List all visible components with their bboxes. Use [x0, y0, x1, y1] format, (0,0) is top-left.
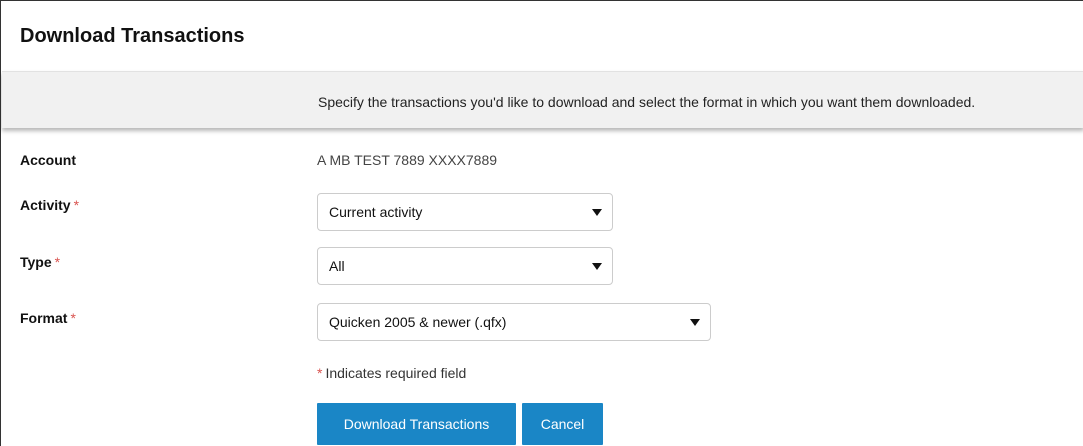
- required-marker: *: [73, 197, 80, 213]
- type-label: Type *: [20, 254, 60, 270]
- format-label-text: Format: [20, 310, 68, 326]
- activity-select[interactable]: Current activity: [317, 193, 613, 231]
- required-marker: *: [54, 254, 61, 270]
- page-title: Download Transactions: [20, 25, 245, 47]
- format-label: Format *: [20, 310, 76, 326]
- format-select[interactable]: Quicken 2005 & newer (.qfx): [317, 303, 711, 341]
- activity-label: Activity *: [20, 197, 79, 213]
- activity-label-text: Activity: [20, 197, 71, 213]
- caret-down-icon: [592, 263, 602, 270]
- caret-down-icon: [690, 319, 700, 326]
- download-transactions-panel: Download Transactions Specify the transa…: [0, 0, 1083, 446]
- type-selected-value: All: [329, 258, 345, 274]
- caret-down-icon: [592, 209, 602, 216]
- cancel-button[interactable]: Cancel: [522, 403, 603, 445]
- type-select[interactable]: All: [317, 247, 613, 285]
- required-field-note: * Indicates required field: [317, 365, 466, 381]
- required-note-text: Indicates required field: [325, 365, 467, 381]
- activity-selected-value: Current activity: [329, 204, 423, 220]
- account-value: A MB TEST 7889 XXXX7889: [317, 152, 498, 168]
- account-label-text: Account: [20, 152, 76, 168]
- download-transactions-button[interactable]: Download Transactions: [317, 403, 516, 445]
- type-label-text: Type: [20, 254, 52, 270]
- required-marker: *: [317, 365, 323, 381]
- required-marker: *: [70, 310, 76, 326]
- info-text: Specify the transactions you'd like to d…: [318, 94, 976, 110]
- account-label: Account: [20, 152, 76, 168]
- format-selected-value: Quicken 2005 & newer (.qfx): [329, 314, 507, 330]
- info-bar: Specify the transactions you'd like to d…: [2, 71, 1083, 128]
